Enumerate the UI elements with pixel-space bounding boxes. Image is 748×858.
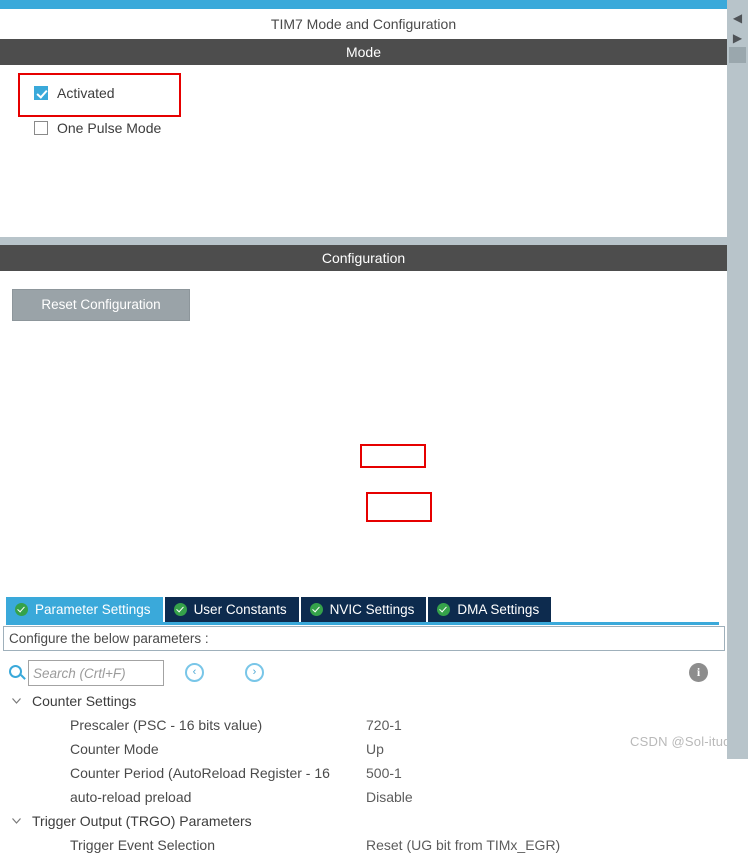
tree-row-value[interactable]: 720-1 (366, 717, 402, 733)
mode-section-body: Activated One Pulse Mode (0, 65, 727, 237)
info-icon[interactable]: i (689, 663, 708, 682)
tab-dma-settings[interactable]: DMA Settings (428, 597, 552, 622)
scrollbar-thumb[interactable] (729, 47, 746, 63)
peripheral-config-panel: TIM7 Mode and Configuration Mode Activat… (0, 9, 727, 853)
tree-row-auto-reload-preload[interactable]: auto-reload preload Disable (0, 786, 727, 810)
search-input[interactable] (28, 660, 164, 686)
tree-row-prescaler[interactable]: Prescaler (PSC - 16 bits value) 720-1 (0, 714, 727, 738)
green-check-icon (309, 603, 323, 616)
tab-label: NVIC Settings (329, 602, 415, 617)
tree-row-value[interactable]: 500-1 (366, 765, 402, 781)
tab-parameter-settings[interactable]: Parameter Settings (6, 597, 163, 622)
configuration-section-header: Configuration (0, 245, 727, 271)
search-previous-icon[interactable]: ‹ (185, 663, 204, 682)
page-title: TIM7 Mode and Configuration (0, 9, 727, 39)
chevron-down-icon[interactable] (12, 818, 21, 824)
tree-row-label: Trigger Event Selection (70, 837, 215, 853)
configuration-section-body: Reset Configuration Parameter Settings U… (0, 271, 727, 853)
panel-divider (0, 237, 727, 245)
checkbox-row-one-pulse-mode[interactable]: One Pulse Mode (34, 120, 161, 136)
green-check-icon (15, 603, 28, 616)
top-accent-strip (0, 0, 727, 9)
tree-group-label: Trigger Output (TRGO) Parameters (32, 813, 252, 829)
parameter-tree: Counter Settings Prescaler (PSC - 16 bit… (0, 690, 727, 858)
mode-section-header: Mode (0, 39, 727, 65)
search-next-icon[interactable]: › (245, 663, 264, 682)
tree-row-label: Counter Period (AutoReload Register - 16 (70, 765, 330, 781)
scroll-up-icon[interactable]: ◀ (730, 11, 745, 26)
tree-row-counter-period[interactable]: Counter Period (AutoReload Register - 16… (0, 762, 727, 786)
tree-group-label: Counter Settings (32, 693, 137, 709)
tab-label: User Constants (193, 602, 287, 617)
tab-label: Parameter Settings (35, 602, 151, 617)
tree-row-label: auto-reload preload (70, 789, 192, 805)
activated-checkbox[interactable] (34, 86, 48, 100)
tab-nvic-settings[interactable]: NVIC Settings (300, 597, 427, 622)
green-check-icon (173, 603, 187, 616)
one-pulse-mode-checkbox[interactable] (34, 121, 48, 135)
tree-row-value[interactable]: Up (366, 741, 384, 757)
reset-configuration-button[interactable]: Reset Configuration (12, 289, 190, 321)
configure-notice: Configure the below parameters : (3, 626, 725, 651)
one-pulse-mode-label: One Pulse Mode (57, 120, 162, 136)
tree-row-value[interactable]: Reset (UG bit from TIMx_EGR) (366, 837, 560, 853)
configuration-tabbar: Parameter Settings User Constants NVIC S… (6, 597, 553, 622)
checkbox-row-activated[interactable]: Activated (34, 85, 115, 101)
tab-user-constants[interactable]: User Constants (164, 597, 299, 622)
tab-underline (6, 622, 719, 625)
tab-label: DMA Settings (457, 602, 540, 617)
tree-row-label: Prescaler (PSC - 16 bits value) (70, 717, 263, 733)
green-check-icon (437, 603, 451, 616)
activated-label: Activated (57, 85, 115, 101)
tree-row-value[interactable]: Disable (366, 789, 413, 805)
tree-row-counter-mode[interactable]: Counter Mode Up (0, 738, 727, 762)
scroll-down-icon[interactable]: ▶ (730, 31, 745, 46)
tree-row-label: Counter Mode (70, 741, 159, 757)
tree-group-trigger-output[interactable]: Trigger Output (TRGO) Parameters (0, 810, 727, 834)
tree-group-counter-settings[interactable]: Counter Settings (0, 690, 727, 714)
vertical-scrollbar[interactable]: ◀ ▶ (727, 0, 748, 759)
watermark: CSDN @Sol-itude (630, 734, 738, 749)
tree-row-trigger-event-selection[interactable]: Trigger Event Selection Reset (UG bit fr… (0, 834, 727, 858)
search-icon (9, 665, 22, 678)
parameter-search-toolbar: ‹ › i (0, 658, 727, 690)
chevron-down-icon[interactable] (12, 698, 21, 704)
